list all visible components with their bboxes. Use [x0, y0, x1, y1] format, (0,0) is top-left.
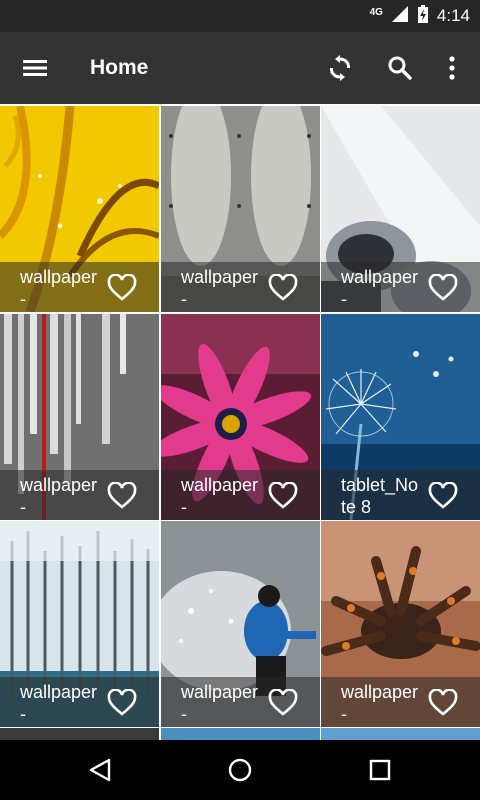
heart-outline-icon[interactable] — [268, 274, 298, 302]
wallpaper-tile-snowboarder[interactable]: wallpaper- — [161, 521, 320, 727]
heart-outline-icon[interactable] — [428, 689, 458, 717]
menu-button[interactable] — [20, 54, 50, 82]
wallpaper-title: wallpaper- — [181, 682, 259, 724]
tile-caption: wallpaper- — [0, 262, 159, 312]
wallpaper-title: tablet_Note 8 — [341, 475, 419, 517]
wallpaper-tile-yellow-flower[interactable]: wallpaper- — [0, 106, 159, 312]
tile-caption: wallpaper- — [321, 677, 480, 727]
network-type: 4G — [369, 6, 383, 18]
menu-icon — [23, 60, 47, 76]
heart-outline-icon[interactable] — [268, 689, 298, 717]
wallpaper-tile-partial[interactable] — [0, 728, 159, 740]
signal-icon — [391, 5, 409, 28]
app-bar: Home — [0, 32, 480, 104]
home-button[interactable] — [224, 754, 256, 786]
refresh-icon — [330, 55, 350, 81]
recents-icon — [369, 759, 391, 781]
back-icon — [89, 758, 111, 782]
wallpaper-grid: wallpaper- wallpaper- wallpaper- wallpap… — [0, 104, 480, 740]
heart-outline-icon[interactable] — [107, 482, 137, 510]
wallpaper-title: wallpaper- — [20, 475, 98, 517]
wallpaper-title: wallpaper- — [341, 682, 419, 724]
home-icon — [228, 758, 252, 782]
wallpaper-title: wallpaper- — [20, 267, 98, 309]
tile-caption: tablet_Note 8 — [321, 470, 480, 520]
wallpaper-tile-concrete-wall[interactable]: wallpaper- — [161, 106, 320, 312]
recents-button[interactable] — [364, 754, 396, 786]
wallpaper-tile-spider[interactable]: wallpaper- — [321, 521, 480, 727]
back-button[interactable] — [84, 754, 116, 786]
heart-outline-icon[interactable] — [268, 482, 298, 510]
system-nav-bar — [0, 740, 480, 800]
battery-charging-icon — [417, 4, 429, 29]
wallpaper-title: wallpaper- — [341, 267, 419, 309]
more-vert-icon — [449, 56, 455, 80]
search-button[interactable] — [384, 52, 416, 84]
wallpaper-tile-snow-forest[interactable]: wallpaper- — [0, 521, 159, 727]
tile-caption: wallpaper- — [0, 677, 159, 727]
tile-caption: wallpaper- — [321, 262, 480, 312]
refresh-button[interactable] — [324, 52, 356, 84]
more-options-button[interactable] — [436, 52, 468, 84]
wallpaper-tile-robot[interactable]: wallpaper- — [321, 106, 480, 312]
heart-outline-icon[interactable] — [428, 274, 458, 302]
status-bar: 4G 4:14 — [0, 0, 480, 32]
wallpaper-tile-dandelion[interactable]: tablet_Note 8 — [321, 314, 480, 520]
tile-caption: wallpaper- — [161, 677, 320, 727]
wallpaper-title: wallpaper- — [181, 267, 259, 309]
heart-outline-icon[interactable] — [107, 274, 137, 302]
heart-outline-icon[interactable] — [107, 689, 137, 717]
wallpaper-title: wallpaper- — [181, 475, 259, 517]
wallpaper-tile-partial[interactable] — [321, 728, 480, 740]
tile-caption: wallpaper- — [161, 470, 320, 520]
clock: 4:14 — [436, 6, 470, 25]
page-title: Home — [90, 56, 149, 79]
wallpaper-tile-partial[interactable] — [161, 728, 320, 740]
tile-caption: wallpaper- — [161, 262, 320, 312]
search-icon — [388, 56, 412, 80]
wallpaper-title: wallpaper- — [20, 682, 98, 724]
heart-outline-icon[interactable] — [428, 482, 458, 510]
wallpaper-tile-pink-daisy[interactable]: wallpaper- — [161, 314, 320, 520]
wallpaper-tile-metal-bars[interactable]: wallpaper- — [0, 314, 159, 520]
tile-caption: wallpaper- — [0, 470, 159, 520]
